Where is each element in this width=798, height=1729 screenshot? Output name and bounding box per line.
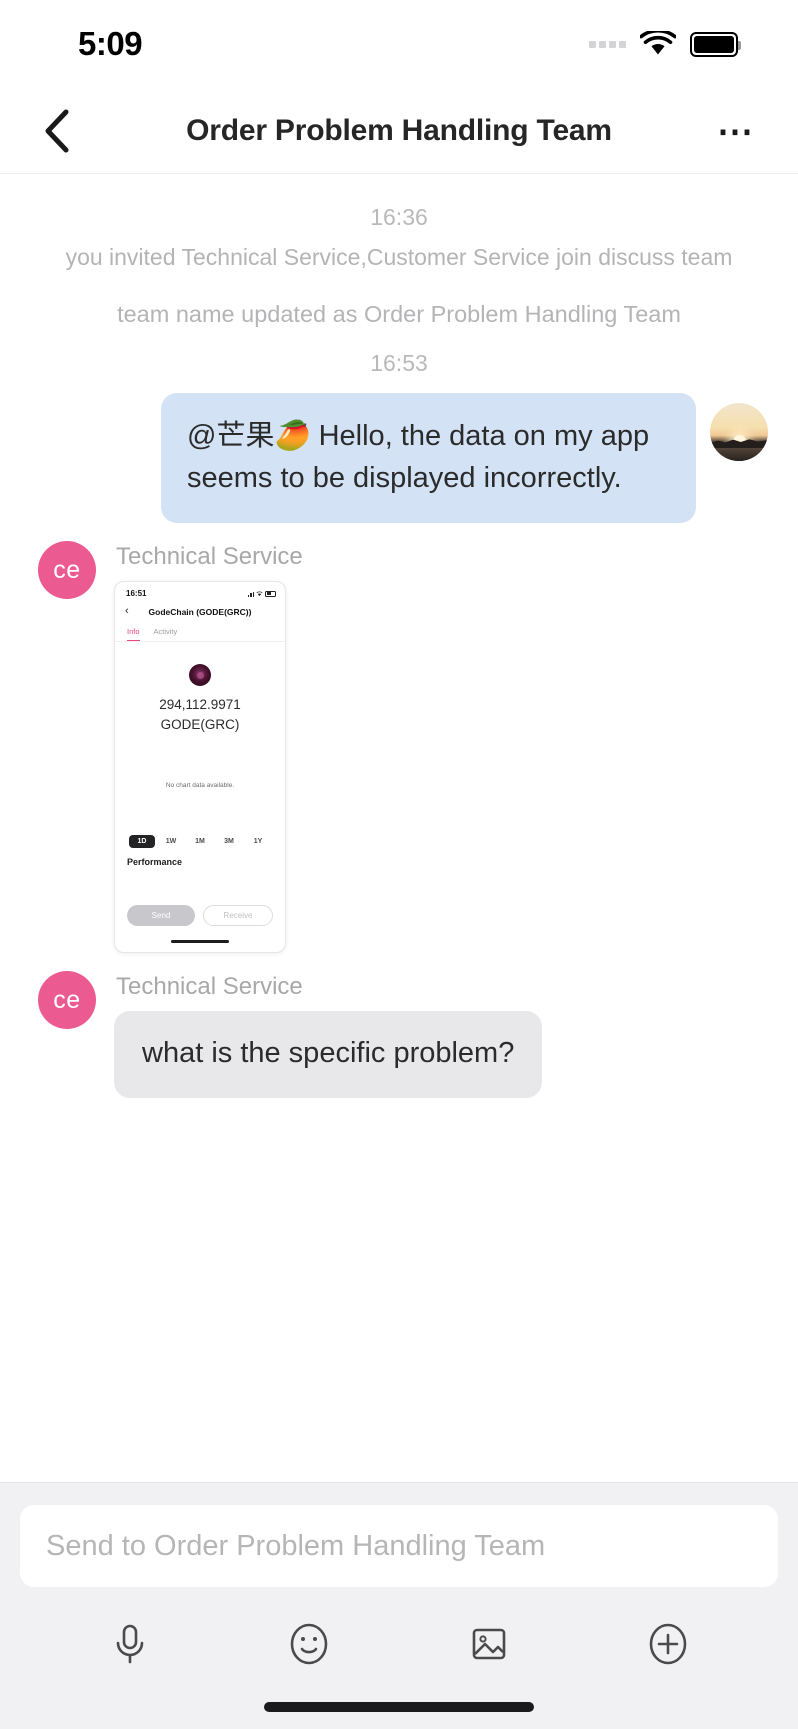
range-3m[interactable]: 3M	[216, 835, 242, 848]
image-icon	[472, 1628, 506, 1660]
back-button[interactable]	[32, 106, 82, 156]
range-1d[interactable]: 1D	[129, 835, 155, 849]
chevron-left-icon	[45, 109, 69, 152]
wifi-icon	[256, 591, 263, 596]
chat-screen: 5:09 Order Problem Handling Team ⋯ 16:36…	[0, 0, 798, 1729]
embedded-status-bar: 16:51	[115, 582, 285, 601]
message-list[interactable]: 16:36 you invited Technical Service,Cust…	[0, 174, 798, 1482]
avatar[interactable]: ce	[38, 541, 96, 600]
message-incoming-image: ce Technical Service 16:51 ‹ GodeChain (…	[0, 523, 798, 954]
wifi-icon	[640, 31, 676, 55]
status-bar: 5:09	[0, 0, 798, 88]
status-time: 5:09	[78, 25, 143, 62]
token-symbol: GODE(GRC)	[160, 716, 240, 732]
timestamp-1636: 16:36	[370, 204, 428, 230]
range-1w[interactable]: 1W	[158, 835, 184, 848]
timestamp-1653: 16:53	[370, 350, 428, 376]
home-indicator-area	[20, 1685, 778, 1729]
range-1m[interactable]: 1M	[187, 835, 213, 848]
embedded-title: GodeChain (GODE(GRC))	[148, 606, 252, 617]
message-outgoing: @芒果🥭 Hello, the data on my app seems to …	[0, 389, 798, 524]
message-bubble-outgoing[interactable]: @芒果🥭 Hello, the data on my app seems to …	[161, 393, 696, 524]
gode-token-icon	[189, 664, 211, 687]
embedded-tabs: Info Activity	[115, 625, 285, 643]
composer-tools	[20, 1587, 778, 1685]
range-selector: 1D 1W 1M 3M 1Y	[115, 835, 285, 849]
battery-icon	[690, 31, 741, 57]
sender-name: Technical Service	[116, 973, 303, 1001]
home-indicator	[264, 1702, 534, 1712]
microphone-icon	[116, 1624, 144, 1664]
message-body: Technical Service what is the specific p…	[114, 971, 543, 1098]
page-title: Order Problem Handling Team	[186, 113, 612, 147]
message-bubble-incoming[interactable]: what is the specific problem?	[114, 1011, 543, 1098]
performance-label: Performance	[127, 857, 183, 867]
message-input[interactable]	[20, 1505, 778, 1587]
nav-bar: Order Problem Handling Team ⋯	[0, 88, 798, 174]
more-options-button[interactable]: ⋯	[717, 112, 756, 148]
tab-activity[interactable]: Activity	[154, 627, 178, 641]
range-1y[interactable]: 1Y	[245, 835, 271, 848]
image-button[interactable]	[458, 1613, 520, 1675]
receive-button[interactable]: Receive	[203, 905, 273, 927]
chart-empty-message: No chart data available.	[165, 782, 235, 790]
sender-name: Technical Service	[116, 543, 303, 571]
system-message-invite: you invited Technical Service,Customer S…	[65, 244, 733, 270]
tab-info[interactable]: Info	[127, 627, 140, 642]
embedded-home-indicator	[171, 940, 229, 944]
message-body: Technical Service 16:51 ‹ GodeChain (GOD…	[114, 541, 303, 954]
battery-icon	[265, 590, 276, 597]
emoji-icon	[290, 1623, 328, 1665]
microphone-button[interactable]	[99, 1613, 161, 1675]
avatar[interactable]: ce	[38, 971, 96, 1030]
composer	[0, 1482, 798, 1729]
add-button[interactable]	[637, 1613, 699, 1675]
embedded-nav-bar: ‹ GodeChain (GODE(GRC))	[115, 601, 285, 625]
system-message-rename: team name updated as Order Problem Handl…	[117, 301, 681, 327]
token-balance: 294,112.9971	[159, 697, 241, 713]
send-button[interactable]: Send	[127, 905, 195, 927]
embedded-status-time: 16:51	[126, 589, 147, 599]
attached-screenshot[interactable]: 16:51 ‹ GodeChain (GODE(GRC)) Info Activ…	[114, 581, 286, 954]
message-incoming-text: ce Technical Service what is the specifi…	[0, 953, 798, 1098]
signal-dots-icon	[589, 40, 626, 48]
embedded-status-icons	[247, 590, 276, 597]
embedded-token-summary: 294,112.9971 GODE(GRC)	[115, 642, 285, 734]
status-indicators	[589, 31, 741, 57]
emoji-button[interactable]	[278, 1613, 340, 1675]
signal-bars-icon	[247, 591, 254, 597]
sunset-photo-avatar[interactable]	[710, 403, 768, 461]
embedded-action-row: Send Receive	[115, 900, 285, 927]
water-shape	[710, 448, 768, 461]
plus-icon	[649, 1623, 687, 1665]
